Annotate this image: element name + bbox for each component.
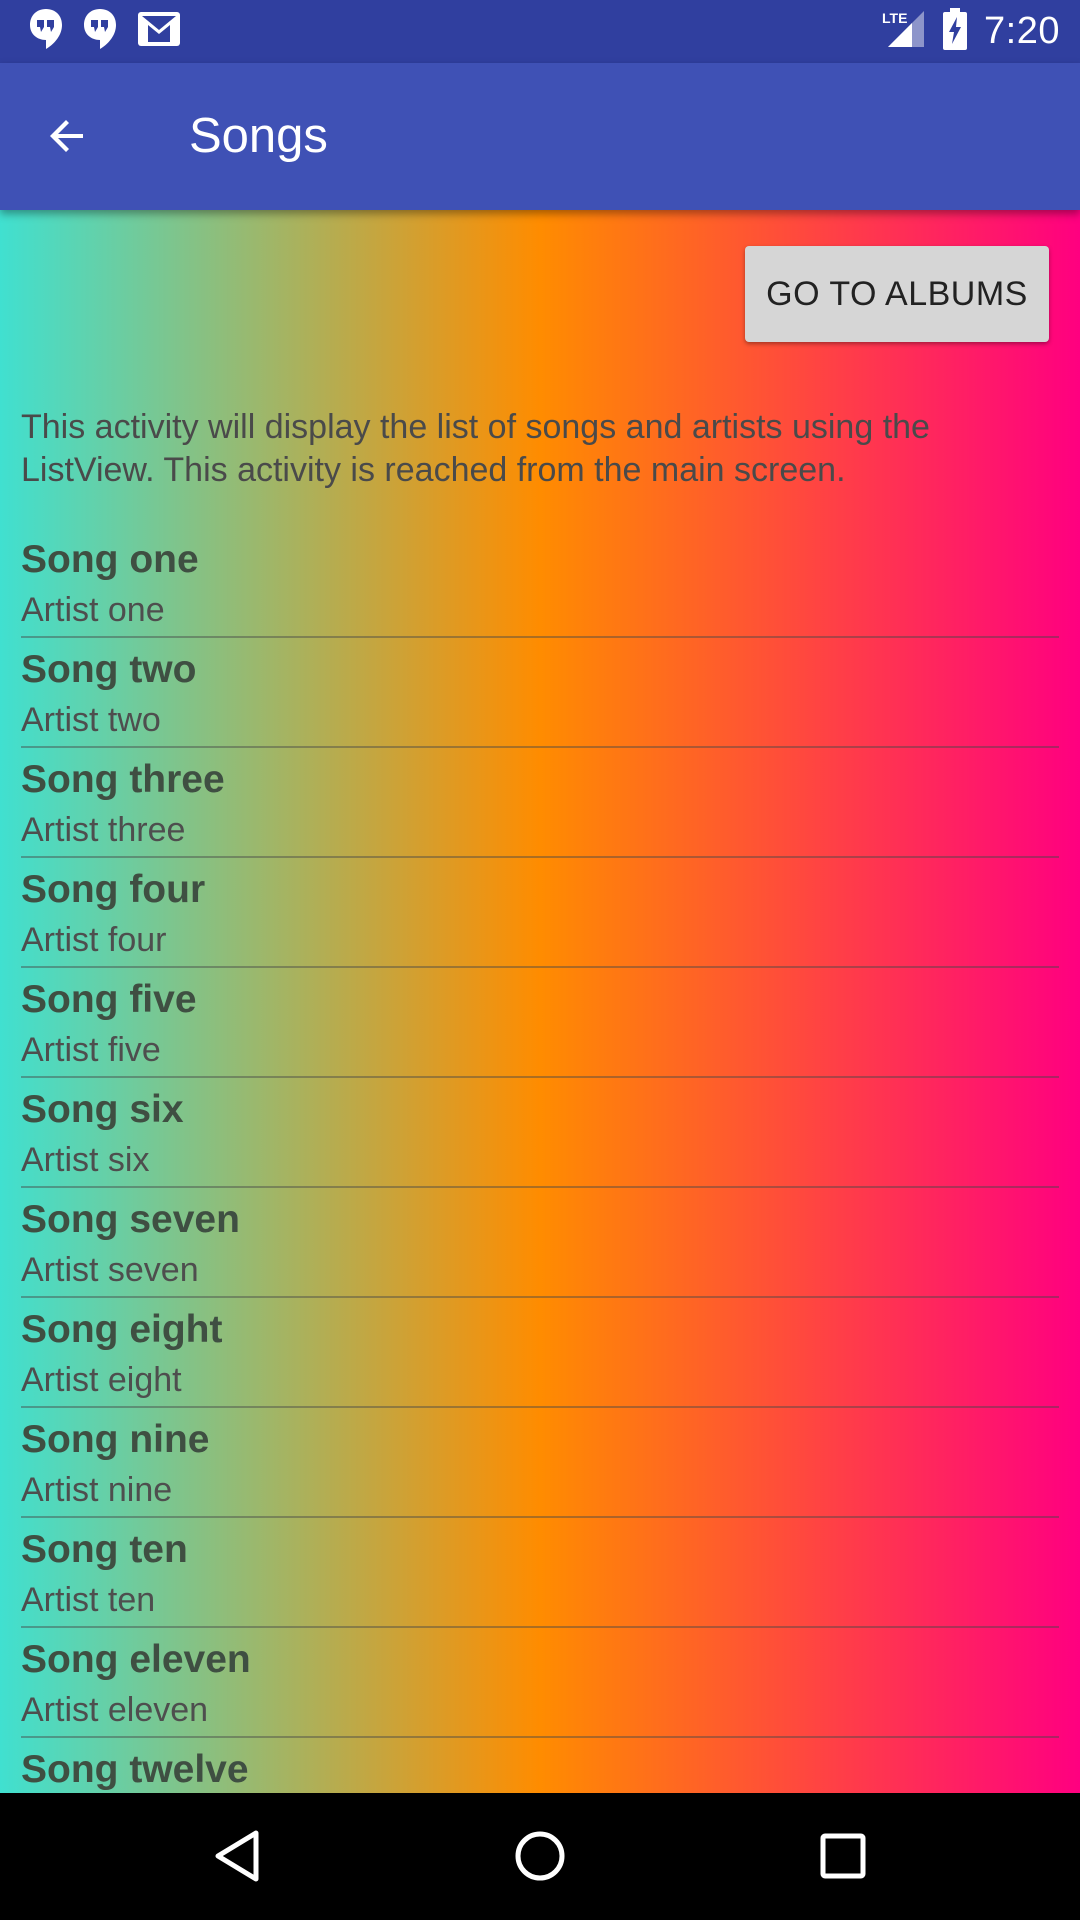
song-artist: Artist eight bbox=[21, 1361, 182, 1399]
list-item[interactable]: Song ten Artist ten bbox=[21, 1518, 1059, 1628]
clock: 7:20 bbox=[984, 10, 1060, 52]
description-text: This activity will display the list of s… bbox=[21, 408, 930, 489]
toolbar: Songs bbox=[0, 63, 1080, 210]
list-item[interactable]: Song five Artist five bbox=[21, 968, 1059, 1078]
song-title: Song seven bbox=[21, 1198, 240, 1241]
gmail-icon bbox=[136, 10, 182, 53]
list-item[interactable]: Song three Artist three bbox=[21, 748, 1059, 858]
list-item[interactable]: Song twelve bbox=[21, 1738, 1059, 1793]
song-artist: Artist ten bbox=[21, 1581, 156, 1619]
song-artist: Artist six bbox=[21, 1141, 150, 1179]
page-title: Songs bbox=[189, 109, 328, 163]
song-artist: Artist four bbox=[21, 921, 167, 959]
list-item[interactable]: Song two Artist two bbox=[21, 638, 1059, 748]
song-title: Song two bbox=[21, 648, 197, 691]
list-item[interactable]: Song one Artist one bbox=[21, 528, 1059, 638]
song-title: Song four bbox=[21, 868, 206, 911]
song-artist: Artist two bbox=[21, 701, 161, 739]
song-title: Song five bbox=[21, 978, 197, 1021]
back-triangle-icon bbox=[215, 1830, 259, 1882]
list-item[interactable]: Song eleven Artist eleven bbox=[21, 1628, 1059, 1738]
back-button[interactable] bbox=[34, 103, 100, 169]
nav-back-button[interactable] bbox=[204, 1823, 270, 1889]
content-area: GO TO ALBUMS This activity will display … bbox=[0, 210, 1080, 1793]
hangouts-icon bbox=[82, 7, 118, 56]
song-list[interactable]: Song one Artist one Song two Artist two … bbox=[21, 528, 1059, 1793]
go-to-albums-button[interactable]: GO TO ALBUMS bbox=[745, 246, 1049, 342]
list-item[interactable]: Song eight Artist eight bbox=[21, 1298, 1059, 1408]
lte-signal-icon: LTE bbox=[882, 7, 926, 56]
hangouts-icon bbox=[28, 7, 64, 56]
song-artist: Artist eleven bbox=[21, 1691, 209, 1729]
song-title: Song ten bbox=[21, 1528, 188, 1571]
song-title: Song eight bbox=[21, 1308, 223, 1351]
list-item[interactable]: Song four Artist four bbox=[21, 858, 1059, 968]
arrow-back-icon bbox=[50, 120, 83, 152]
notification-icons bbox=[28, 7, 182, 56]
song-title: Song three bbox=[21, 758, 225, 801]
song-artist: Artist five bbox=[21, 1031, 161, 1069]
navigation-bar bbox=[0, 1793, 1080, 1920]
song-title: Song six bbox=[21, 1088, 184, 1131]
status-bar: LTE 7:20 bbox=[0, 0, 1080, 63]
song-artist: Artist seven bbox=[21, 1251, 199, 1289]
song-title: Song one bbox=[21, 538, 199, 581]
system-status-icons: LTE 7:20 bbox=[882, 0, 1060, 63]
list-item[interactable]: Song six Artist six bbox=[21, 1078, 1059, 1188]
list-item[interactable]: Song nine Artist nine bbox=[21, 1408, 1059, 1518]
song-title: Song eleven bbox=[21, 1638, 251, 1681]
song-artist: Artist one bbox=[21, 591, 165, 629]
song-title: Song nine bbox=[21, 1418, 210, 1461]
recents-square-icon bbox=[820, 1833, 866, 1879]
list-item[interactable]: Song seven Artist seven bbox=[21, 1188, 1059, 1298]
song-artist: Artist nine bbox=[21, 1471, 173, 1509]
svg-text:LTE: LTE bbox=[882, 10, 907, 26]
nav-recents-button[interactable] bbox=[810, 1823, 876, 1889]
song-title: Song twelve bbox=[21, 1748, 249, 1791]
song-artist: Artist three bbox=[21, 811, 186, 849]
nav-home-button[interactable] bbox=[507, 1823, 573, 1889]
home-circle-icon bbox=[515, 1831, 565, 1881]
battery-charging-icon bbox=[942, 8, 968, 55]
